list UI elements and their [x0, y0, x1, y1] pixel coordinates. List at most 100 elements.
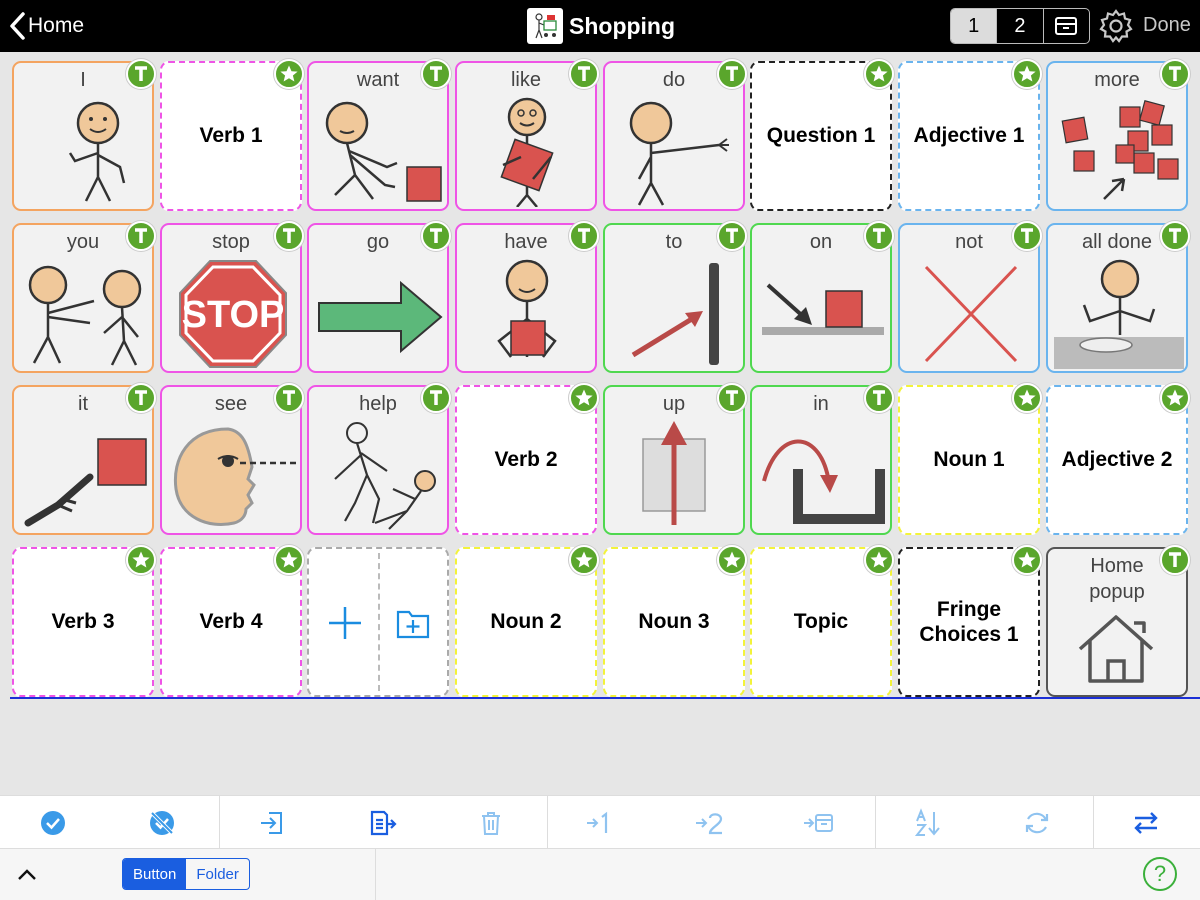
- button-stop[interactable]: stop STOP: [160, 221, 304, 373]
- archive-box-icon: [1055, 17, 1078, 35]
- button-on[interactable]: on: [750, 221, 894, 373]
- page-1-tab[interactable]: 1: [951, 9, 998, 43]
- move-to-page-2-button[interactable]: [689, 804, 729, 842]
- button-i[interactable]: I: [12, 59, 156, 211]
- folder-noun-1[interactable]: Noun 1: [898, 383, 1042, 535]
- stop-sign-icon: STOP: [179, 260, 287, 368]
- button-want[interactable]: want: [307, 59, 451, 211]
- text-badge-icon: [126, 221, 156, 251]
- button-see[interactable]: see: [160, 383, 304, 535]
- button-go[interactable]: go: [307, 221, 451, 373]
- delete-button[interactable]: [471, 804, 511, 842]
- text-badge-icon: [569, 59, 599, 89]
- button-to[interactable]: to: [603, 221, 747, 373]
- folder-noun-2[interactable]: Noun 2: [455, 545, 599, 697]
- star-badge-icon: [1012, 59, 1042, 89]
- person-doing-icon: [629, 101, 729, 206]
- person-holding-box-icon: [497, 259, 557, 358]
- button-in[interactable]: in: [750, 383, 894, 535]
- person-reaching-icon: [325, 101, 442, 202]
- button-do[interactable]: do: [603, 59, 747, 211]
- trash-icon: [482, 812, 500, 835]
- select-all-button[interactable]: [33, 804, 73, 842]
- segment-folder[interactable]: Folder: [186, 859, 249, 889]
- text-badge-icon: [1012, 221, 1042, 251]
- add-button-icon[interactable]: [327, 605, 363, 641]
- button-it[interactable]: it: [12, 383, 156, 535]
- deselect-icon: [150, 811, 174, 835]
- help-button[interactable]: ?: [1143, 857, 1177, 891]
- button-have[interactable]: have: [455, 221, 599, 373]
- archive-tab[interactable]: [1044, 9, 1089, 43]
- import-button[interactable]: [252, 804, 292, 842]
- text-badge-icon: [717, 59, 747, 89]
- folder-adjective-2[interactable]: Adjective 2: [1046, 383, 1190, 535]
- button-not[interactable]: not: [898, 221, 1042, 373]
- folder-adjective-1[interactable]: Adjective 1: [898, 59, 1042, 211]
- deselect-button[interactable]: [142, 804, 182, 842]
- text-badge-icon: [421, 383, 451, 413]
- sort-button[interactable]: [908, 804, 948, 842]
- folder-fringe-choices-1[interactable]: Fringe Choices 1: [898, 545, 1042, 697]
- star-badge-icon: [1012, 545, 1042, 575]
- button-you[interactable]: you: [12, 221, 156, 373]
- text-badge-icon: [1160, 545, 1190, 575]
- folder-noun-3[interactable]: Noun 3: [603, 545, 747, 697]
- slot-divider: [378, 553, 380, 691]
- text-badge-icon: [1160, 221, 1190, 251]
- text-badge-icon: [717, 221, 747, 251]
- button-all-done[interactable]: all done: [1046, 221, 1190, 373]
- button-like[interactable]: like: [455, 59, 599, 211]
- folder-verb-4[interactable]: Verb 4: [160, 545, 304, 697]
- text-badge-icon: [864, 383, 894, 413]
- refresh-button[interactable]: [1017, 804, 1057, 842]
- folder-verb-2[interactable]: Verb 2: [455, 383, 599, 535]
- star-badge-icon: [717, 545, 747, 575]
- copy-paste-button[interactable]: [362, 804, 402, 842]
- arrow-to-line-icon: [631, 263, 719, 365]
- hand-pointing-box-icon: [24, 438, 147, 527]
- edit-toolbar: [0, 795, 1200, 850]
- empty-slot: [307, 547, 449, 697]
- check-circle-icon: [41, 811, 65, 835]
- chevron-up-icon[interactable]: [14, 863, 40, 887]
- grid-baseline: [10, 697, 1200, 699]
- star-badge-icon: [1160, 383, 1190, 413]
- gear-icon[interactable]: [1098, 8, 1134, 44]
- folder-question-1[interactable]: Question 1: [750, 59, 894, 211]
- face-looking-icon: [173, 427, 296, 526]
- shopping-cart-icon: [527, 8, 563, 44]
- bottom-separator: [375, 849, 376, 900]
- page-selector: 1 2: [950, 8, 1090, 44]
- text-badge-icon: [126, 59, 156, 89]
- star-badge-icon: [864, 545, 894, 575]
- arrow-up-icon: [642, 421, 706, 525]
- button-more[interactable]: more: [1046, 59, 1190, 211]
- text-badge-icon: [717, 383, 747, 413]
- title-text: Shopping: [569, 12, 676, 39]
- button-home-popup[interactable]: Home popup: [1046, 545, 1190, 697]
- text-badge-icon: [421, 221, 451, 251]
- person-holding-icon: [500, 97, 554, 207]
- folder-verb-1[interactable]: Verb 1: [160, 59, 304, 211]
- many-squares-icon: [1061, 100, 1179, 200]
- folder-topic[interactable]: Topic: [750, 545, 894, 697]
- add-folder-icon[interactable]: [395, 605, 431, 641]
- text-badge-icon: [274, 221, 304, 251]
- move-to-page-1-button[interactable]: [580, 804, 620, 842]
- page-2-tab[interactable]: 2: [997, 9, 1044, 43]
- button-up[interactable]: up: [603, 383, 747, 535]
- star-badge-icon: [569, 545, 599, 575]
- done-button[interactable]: Done: [1143, 14, 1191, 37]
- swap-button[interactable]: [1126, 804, 1166, 842]
- board-title: Shopping: [527, 8, 675, 44]
- button-help[interactable]: help: [307, 383, 451, 535]
- move-to-archive-button[interactable]: [798, 804, 838, 842]
- text-badge-icon: [126, 383, 156, 413]
- folder-verb-3[interactable]: Verb 3: [12, 545, 156, 697]
- button-grid: I Verb 1 want like do Question 1 Adjecti…: [0, 52, 1200, 697]
- back-button[interactable]: Home: [8, 10, 84, 42]
- box-on-surface-icon: [762, 283, 884, 335]
- segment-button[interactable]: Button: [123, 859, 187, 889]
- toolbar-separator: [219, 796, 220, 850]
